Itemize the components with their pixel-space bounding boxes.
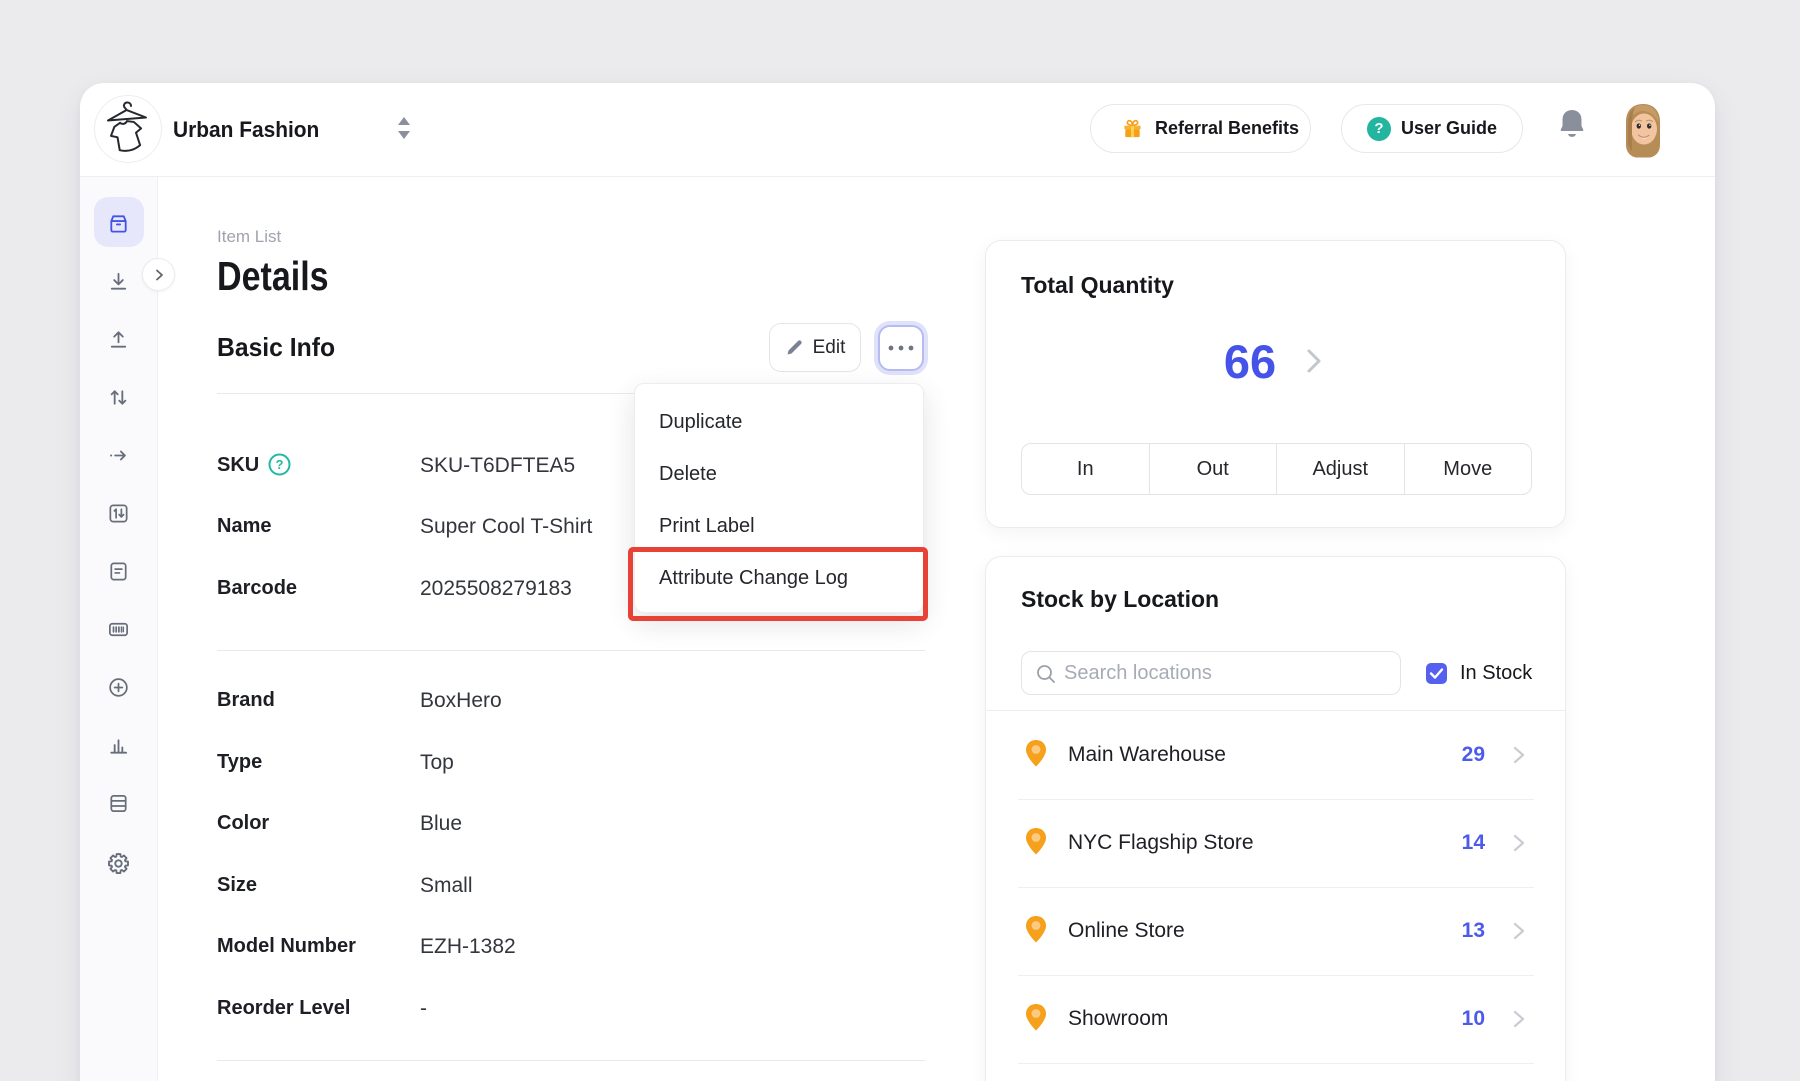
svg-text:?: ? [276, 457, 284, 472]
